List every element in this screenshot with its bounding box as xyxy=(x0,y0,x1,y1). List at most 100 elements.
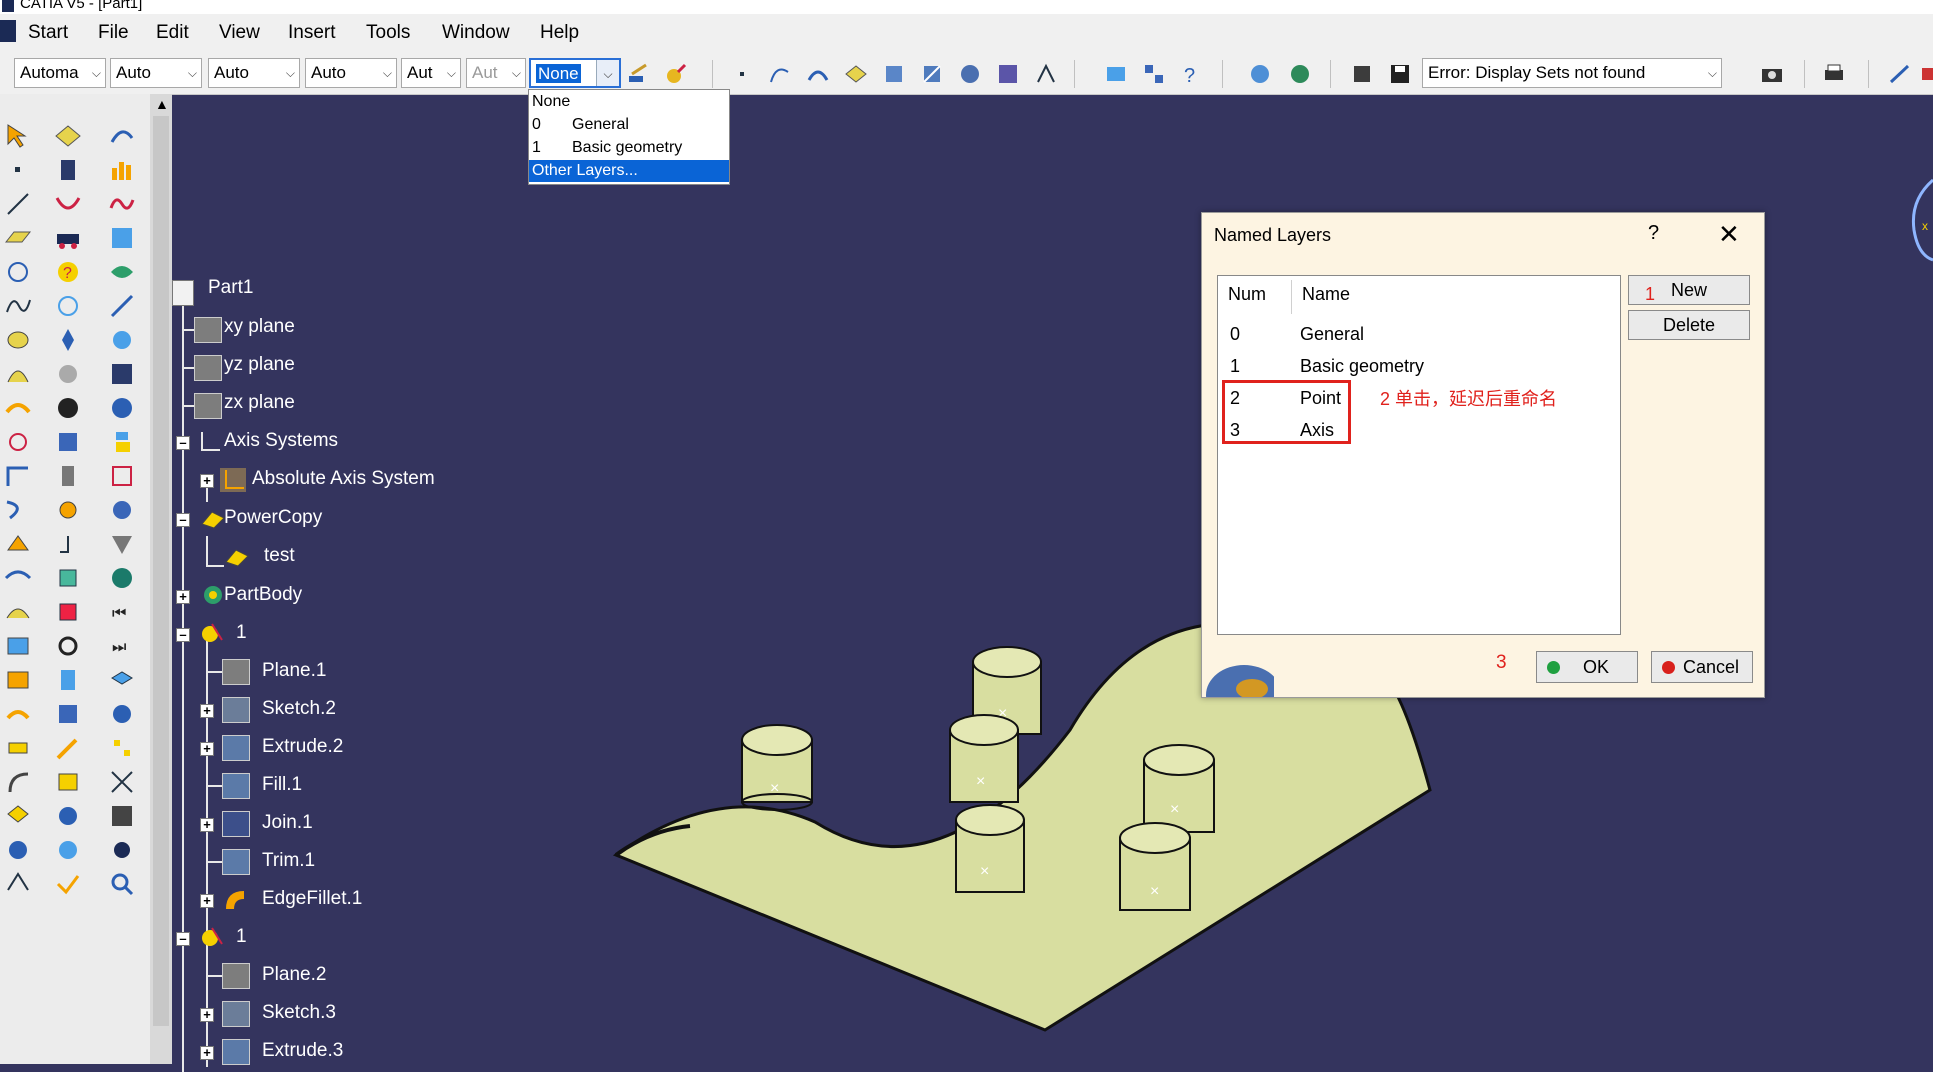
ok-button[interactable]: OK xyxy=(1536,651,1638,683)
globe-tool-icon[interactable] xyxy=(108,700,136,728)
plane-icon[interactable] xyxy=(194,355,222,381)
connect-tool-icon[interactable] xyxy=(108,292,136,320)
plane-tool-icon[interactable] xyxy=(4,224,32,252)
extrude-icon[interactable] xyxy=(222,735,250,761)
surface-tool-icon[interactable] xyxy=(54,122,82,150)
linetype-combo[interactable]: Auto ⌵ xyxy=(305,58,397,88)
shape-tool-icon[interactable] xyxy=(54,802,82,830)
boundary-icon[interactable] xyxy=(958,62,982,86)
scroll-thumb[interactable] xyxy=(153,116,169,1026)
geoset-icon[interactable] xyxy=(200,620,226,644)
analysis-icon[interactable] xyxy=(1248,62,1272,86)
menu-tools[interactable]: Tools xyxy=(366,22,410,44)
sketch-blue-icon[interactable] xyxy=(108,122,136,150)
draft-analysis-icon[interactable] xyxy=(1288,62,1312,86)
gear-icon[interactable] xyxy=(200,583,226,607)
flag-tool-icon[interactable] xyxy=(108,428,136,456)
display-sets-combo[interactable]: Error: Display Sets not found ⌵ xyxy=(1422,58,1722,88)
layer-option-basic-geometry[interactable]: 1 Basic geometry xyxy=(532,137,728,159)
mask-tool-icon[interactable] xyxy=(108,394,136,422)
axis-tool-icon[interactable] xyxy=(54,530,82,558)
sketcher-icon[interactable] xyxy=(1888,62,1912,86)
tree-node-yz-plane[interactable]: yz plane xyxy=(224,354,295,376)
collapse-icon[interactable]: – xyxy=(176,436,190,450)
geoset-icon[interactable] xyxy=(200,924,226,948)
hand-tool-icon[interactable] xyxy=(108,496,136,524)
cylinder-tool-icon[interactable] xyxy=(54,156,82,184)
tornado-tool-icon[interactable] xyxy=(108,530,136,558)
loft-tool-icon[interactable] xyxy=(108,258,136,286)
offset-tool-icon[interactable] xyxy=(4,564,32,592)
whats-this-icon[interactable]: ? xyxy=(1180,62,1204,86)
trim-tool-icon[interactable] xyxy=(4,666,32,694)
expand-icon[interactable]: + xyxy=(200,742,214,756)
extract-tool-icon[interactable] xyxy=(4,734,32,762)
toolbar-scrollbar[interactable]: ▲ xyxy=(150,94,172,1064)
axis-icon[interactable] xyxy=(220,468,246,492)
spiral-tool-icon[interactable] xyxy=(54,360,82,388)
fill-icon[interactable] xyxy=(222,773,250,799)
menu-start[interactable]: Start xyxy=(28,22,68,44)
collapse-icon[interactable]: – xyxy=(176,628,190,642)
law-tool-icon[interactable] xyxy=(54,462,82,490)
column-divider[interactable] xyxy=(1291,280,1292,314)
tree-node-extrude-3[interactable]: Extrude.3 xyxy=(262,1040,343,1062)
print-icon[interactable] xyxy=(1822,62,1846,86)
cylinder-split-icon[interactable] xyxy=(54,666,82,694)
pen-tool-icon[interactable] xyxy=(54,734,82,762)
boundary-tool-icon[interactable] xyxy=(4,700,32,728)
camera-icon[interactable] xyxy=(1760,62,1784,86)
tree-node-absolute-axis-system[interactable]: Absolute Axis System xyxy=(252,468,435,490)
blend-tool-icon[interactable] xyxy=(4,598,32,626)
layer-option-general[interactable]: 0 General xyxy=(532,114,728,136)
line-tool-icon[interactable] xyxy=(4,190,32,218)
expand-icon[interactable]: + xyxy=(200,818,214,832)
layer-option-none[interactable]: None xyxy=(532,91,728,113)
menu-file[interactable]: File xyxy=(98,22,129,44)
tools-palette-icon[interactable] xyxy=(1142,62,1166,86)
table-tool-icon[interactable] xyxy=(108,802,136,830)
join-icon[interactable] xyxy=(222,811,250,837)
delete-button[interactable]: Delete xyxy=(1628,310,1750,340)
tree-node-sketch-3[interactable]: Sketch.3 xyxy=(262,1002,336,1024)
app-icon[interactable] xyxy=(0,20,16,42)
trim-icon[interactable] xyxy=(920,62,944,86)
collapse-icon[interactable]: – xyxy=(176,932,190,946)
grid-tool-icon[interactable] xyxy=(54,598,82,626)
corner-tool-icon[interactable] xyxy=(4,462,32,490)
transparency-combo[interactable]: Auto ⌵ xyxy=(110,58,202,88)
publication-icon[interactable] xyxy=(1104,62,1128,86)
menu-view[interactable]: View xyxy=(219,22,260,44)
painter-icon[interactable] xyxy=(626,62,650,86)
expand-icon[interactable]: + xyxy=(176,590,190,604)
sweep-icon[interactable] xyxy=(806,62,830,86)
box-tool-icon[interactable] xyxy=(54,564,82,592)
column-header-name[interactable]: Name xyxy=(1302,284,1350,305)
plane-icon[interactable] xyxy=(222,659,250,685)
surface-icon[interactable] xyxy=(844,62,868,86)
search-tool-icon[interactable] xyxy=(108,870,136,898)
sweep-tool-icon[interactable] xyxy=(4,394,32,422)
fillet-tool-icon[interactable] xyxy=(4,768,32,796)
trim-icon[interactable] xyxy=(222,849,250,875)
check-tool-icon[interactable] xyxy=(54,870,82,898)
tree-node-edgefillet-1[interactable]: EdgeFillet.1 xyxy=(262,888,362,910)
expand-tool-icon[interactable] xyxy=(108,768,136,796)
collapse-icon[interactable]: – xyxy=(176,513,190,527)
sketch-tools-icon[interactable] xyxy=(1034,62,1058,86)
grab-tool-icon[interactable] xyxy=(54,394,82,422)
extrude-tool-icon[interactable] xyxy=(4,326,32,354)
fast-forward-icon[interactable]: ⏭ xyxy=(108,632,136,660)
dots-tool-icon[interactable] xyxy=(108,734,136,762)
vertical-axis-icon[interactable] xyxy=(54,326,82,354)
axis-icon[interactable] xyxy=(196,430,222,454)
revolve-tool-icon[interactable] xyxy=(4,360,32,388)
menu-window[interactable]: Window xyxy=(442,22,510,44)
layer-row[interactable]: 1 Basic geometry xyxy=(1218,350,1620,382)
powercopy-icon[interactable] xyxy=(224,544,250,568)
scroll-up-icon[interactable]: ▲ xyxy=(155,96,169,112)
line-thickness-combo[interactable]: Auto ⌵ xyxy=(208,58,300,88)
plane-icon[interactable] xyxy=(194,393,222,419)
multi-result-icon[interactable] xyxy=(54,836,82,864)
curve-tool-icon[interactable] xyxy=(54,190,82,218)
